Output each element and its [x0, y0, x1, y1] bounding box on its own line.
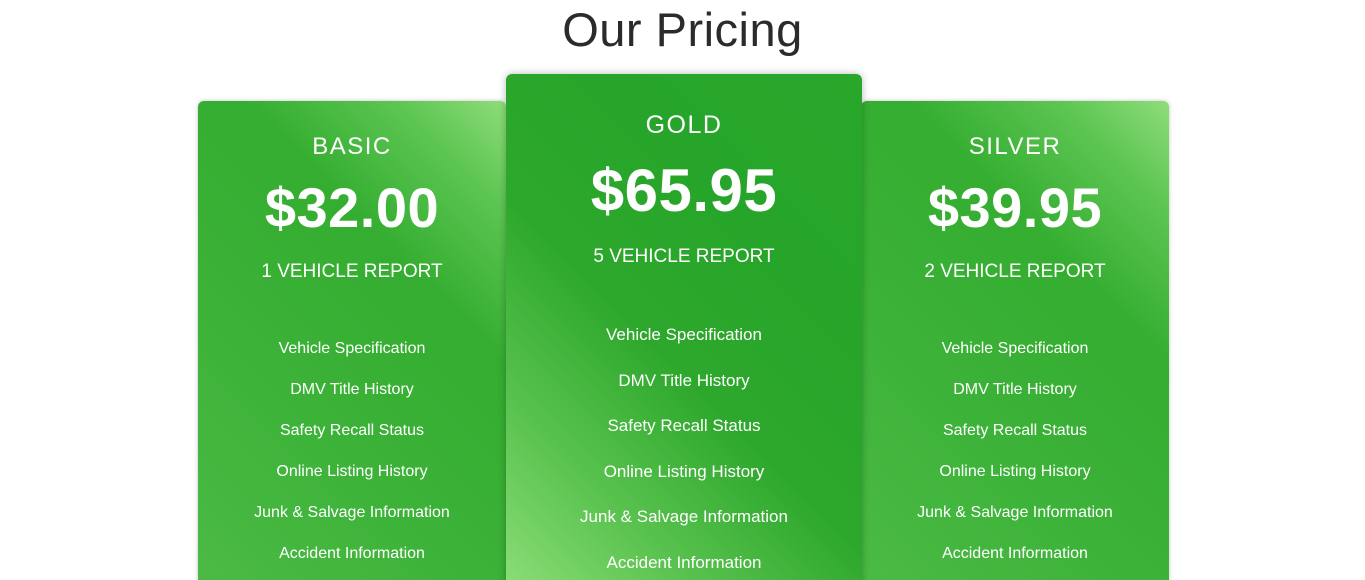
- feature-item: DMV Title History: [953, 381, 1077, 398]
- page-title: Our Pricing: [562, 3, 803, 56]
- feature-item: Safety Recall Status: [942, 422, 1088, 439]
- feature-item: Safety Recall Status: [279, 422, 425, 439]
- plan-report-count: 5 VEHICLE REPORT: [593, 246, 775, 267]
- plan-name: SILVER: [968, 133, 1062, 160]
- feature-item: Vehicle Specification: [606, 325, 762, 344]
- feature-item: Junk & Salvage Information: [917, 504, 1113, 521]
- feature-item: Junk & Salvage Information: [254, 504, 450, 521]
- plan-report-count: 1 VEHICLE REPORT: [261, 261, 443, 282]
- feature-item: Vehicle Specification: [278, 340, 426, 357]
- plan-name: BASIC: [312, 133, 392, 160]
- feature-item: Online Listing History: [603, 461, 765, 481]
- pricing-card-basic[interactable]: BASIC $32.00 1 VEHICLE REPORT Vehicle Sp…: [198, 101, 506, 580]
- feature-item: Online Listing History: [276, 463, 428, 480]
- feature-item: Accident Information: [942, 545, 1088, 562]
- feature-list: Vehicle Specification DMV Title History …: [861, 328, 1169, 574]
- pricing-card-silver[interactable]: SILVER $39.95 2 VEHICLE REPORT Vehicle S…: [861, 101, 1169, 580]
- feature-list: Vehicle Specification DMV Title History …: [506, 312, 862, 580]
- pricing-section: Our Pricing BASIC $32.00 1 VEHICLE REPOR…: [0, 0, 1365, 580]
- feature-item: Vehicle Specification: [941, 340, 1089, 357]
- feature-item: DMV Title History: [618, 370, 750, 390]
- feature-item: Junk & Salvage Information: [580, 507, 788, 526]
- plan-name: GOLD: [645, 111, 723, 139]
- feature-item: Safety Recall Status: [607, 416, 761, 435]
- feature-list: Vehicle Specification DMV Title History …: [198, 328, 506, 574]
- pricing-card-gold[interactable]: GOLD $65.95 5 VEHICLE REPORT Vehicle Spe…: [506, 74, 862, 580]
- feature-item: Accident Information: [279, 545, 425, 562]
- plan-price: $65.95: [590, 157, 778, 224]
- feature-item: DMV Title History: [290, 381, 414, 398]
- plan-report-count: 2 VEHICLE REPORT: [924, 261, 1106, 282]
- plan-price: $39.95: [927, 176, 1103, 239]
- feature-item: Online Listing History: [939, 463, 1091, 480]
- feature-item: Accident Information: [606, 552, 762, 572]
- plan-price: $32.00: [264, 176, 440, 239]
